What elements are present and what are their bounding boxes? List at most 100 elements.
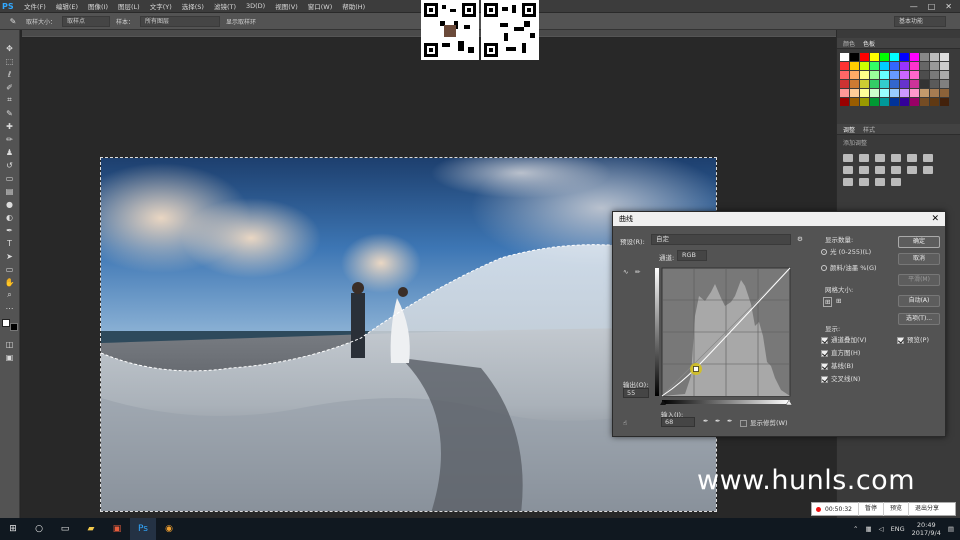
pause-button[interactable]: 暂停	[857, 502, 883, 516]
color-swatch[interactable]	[870, 89, 879, 97]
color-swatch[interactable]	[930, 98, 939, 106]
color-swatch[interactable]	[920, 80, 929, 88]
color-swatch[interactable]	[910, 98, 919, 106]
color-swatch[interactable]	[920, 62, 929, 70]
color-swatch[interactable]	[840, 53, 849, 61]
ime-indicator[interactable]: ENG	[891, 525, 905, 533]
channel-mixer-icon[interactable]	[891, 166, 901, 174]
color-swatch[interactable]	[840, 71, 849, 79]
color-swatch[interactable]	[890, 62, 899, 70]
color-swatch[interactable]	[870, 80, 879, 88]
color-swatch[interactable]	[880, 62, 889, 70]
invert-icon[interactable]	[923, 166, 933, 174]
quick-mask-icon[interactable]: ◫	[3, 338, 17, 350]
menu-select[interactable]: 选择(S)	[177, 1, 209, 11]
color-swatch[interactable]	[910, 89, 919, 97]
preset-select[interactable]: 自定	[651, 234, 791, 245]
lasso-tool-icon[interactable]: ℓ	[3, 68, 17, 80]
output-field[interactable]: 55	[623, 388, 649, 398]
white-point-eyedropper-icon[interactable]: ✒	[727, 417, 732, 425]
color-swatch[interactable]	[860, 53, 869, 61]
color-swatch[interactable]	[940, 71, 949, 79]
workspace-select[interactable]: 基本功能	[894, 15, 946, 27]
bw-icon[interactable]	[859, 166, 869, 174]
menu-type[interactable]: 文字(Y)	[145, 1, 177, 11]
curves-icon[interactable]	[875, 154, 885, 162]
color-swatch[interactable]	[940, 98, 949, 106]
color-swatch[interactable]	[850, 98, 859, 106]
color-swatch[interactable]	[900, 98, 909, 106]
tab-swatches[interactable]: 色板	[863, 39, 875, 48]
shape-tool-icon[interactable]: ▭	[3, 263, 17, 275]
color-swatch[interactable]	[860, 62, 869, 70]
color-swatch[interactable]	[900, 53, 909, 61]
color-swatch[interactable]	[910, 62, 919, 70]
photo-viewer-icon[interactable]: ▣	[104, 518, 130, 540]
curves-graph[interactable]	[655, 266, 795, 406]
file-explorer-icon[interactable]: ▰	[78, 518, 104, 540]
dodge-tool-icon[interactable]: ◐	[3, 211, 17, 223]
photoshop-taskbar-icon[interactable]: Ps	[130, 518, 156, 540]
color-swatch[interactable]	[940, 89, 949, 97]
volume-icon[interactable]: ◁	[879, 525, 884, 533]
more-tools-icon[interactable]: ⋯	[3, 302, 17, 314]
menu-filter[interactable]: 滤镜(T)	[209, 1, 241, 11]
sample-select[interactable]: 所有图层	[140, 15, 221, 27]
color-swatch[interactable]	[910, 71, 919, 79]
menu-view[interactable]: 视图(V)	[270, 1, 303, 11]
brightness-icon[interactable]	[843, 154, 853, 162]
color-swatch[interactable]	[930, 71, 939, 79]
color-swatch[interactable]	[860, 80, 869, 88]
windows-start-icon[interactable]: ⊞	[0, 518, 26, 540]
move-tool-icon[interactable]: ✥	[3, 42, 17, 54]
foreground-color[interactable]	[1, 319, 10, 327]
menu-file[interactable]: 文件(F)	[19, 1, 51, 11]
color-swatch[interactable]	[840, 62, 849, 70]
hue-sat-icon[interactable]	[923, 154, 933, 162]
color-swatch[interactable]	[850, 71, 859, 79]
color-swatch[interactable]	[860, 98, 869, 106]
color-swatch[interactable]	[900, 89, 909, 97]
color-swatch[interactable]	[870, 62, 879, 70]
minimize-button[interactable]: —	[910, 2, 918, 11]
color-swatch[interactable]	[930, 53, 939, 61]
brush-tool-icon[interactable]: ✏	[3, 133, 17, 145]
color-swatch[interactable]	[920, 53, 929, 61]
zoom-tool-icon[interactable]: ⌕	[3, 289, 17, 301]
color-swatch[interactable]	[910, 53, 919, 61]
menu-3d[interactable]: 3D(D)	[241, 2, 270, 10]
background-color[interactable]	[9, 323, 18, 331]
marquee-tool-icon[interactable]: ⬚	[3, 55, 17, 67]
grid-simple-icon[interactable]: ⊞	[823, 297, 833, 307]
tab-adjustments[interactable]: 调整	[843, 125, 855, 134]
close-icon[interactable]: ✕	[931, 212, 939, 226]
color-swatch[interactable]	[920, 98, 929, 106]
eraser-tool-icon[interactable]: ▭	[3, 172, 17, 184]
color-swatch[interactable]	[940, 62, 949, 70]
eyedropper-icon[interactable]: ✎	[6, 15, 20, 27]
color-swatch[interactable]	[850, 89, 859, 97]
color-swatch[interactable]	[840, 98, 849, 106]
menu-help[interactable]: 帮助(H)	[337, 1, 370, 11]
color-swatch[interactable]	[930, 80, 939, 88]
color-balance-icon[interactable]	[843, 166, 853, 174]
curve-point-tool-icon[interactable]: ∿	[623, 268, 628, 276]
light-radio[interactable]: 光 (0-255)(L)	[821, 246, 871, 256]
color-swatch[interactable]	[880, 89, 889, 97]
notifications-icon[interactable]: ▤	[948, 525, 954, 533]
menu-layer[interactable]: 图层(L)	[113, 1, 145, 11]
color-swatch[interactable]	[880, 53, 889, 61]
color-swatch[interactable]	[870, 98, 879, 106]
color-swatch[interactable]	[890, 89, 899, 97]
color-lookup-icon[interactable]	[907, 166, 917, 174]
menu-edit[interactable]: 编辑(E)	[51, 1, 83, 11]
color-swatch[interactable]	[860, 71, 869, 79]
color-swatch[interactable]	[870, 71, 879, 79]
levels-icon[interactable]	[859, 154, 869, 162]
histogram-checkbox[interactable]: 直方图(H)	[821, 347, 860, 357]
color-swatch[interactable]	[880, 71, 889, 79]
color-swatch[interactable]	[860, 89, 869, 97]
color-swatch[interactable]	[900, 62, 909, 70]
crop-tool-icon[interactable]: ⌗	[3, 94, 17, 106]
color-swatch[interactable]	[840, 80, 849, 88]
